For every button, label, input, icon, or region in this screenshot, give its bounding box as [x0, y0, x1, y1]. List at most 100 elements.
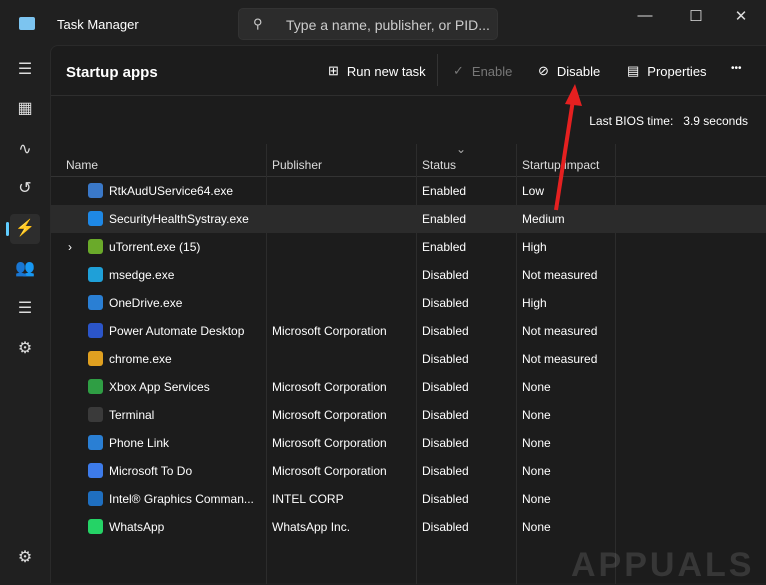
- app-startup-impact: Low: [522, 184, 545, 198]
- app-icon: [88, 519, 103, 534]
- app-publisher: Microsoft Corporation: [272, 464, 387, 478]
- column-name[interactable]: Name: [66, 158, 98, 172]
- disable-button[interactable]: ⊘ Disable: [538, 63, 600, 79]
- properties-button[interactable]: ▤ Properties: [627, 63, 707, 79]
- app-icon: [88, 267, 103, 282]
- bios-label: Last BIOS time:: [589, 114, 674, 128]
- enable-label: Enable: [471, 63, 513, 79]
- app-startup-impact: None: [522, 492, 551, 506]
- search-placeholder: Type a name, publisher, or PID...: [286, 17, 490, 33]
- table-row[interactable]: Intel® Graphics Comman... INTEL CORP Disab…: [51, 485, 766, 513]
- sidebar-item-users[interactable]: 👥: [10, 254, 40, 284]
- bios-value: 3.9 seconds: [683, 114, 748, 128]
- check-icon: ✓: [453, 63, 464, 78]
- table-row[interactable]: OneDrive.exe Disabled High: [51, 289, 766, 317]
- sidebar-item-performance[interactable]: ∿: [10, 135, 40, 165]
- disable-icon: ⊘: [538, 63, 549, 78]
- app-status: Disabled: [422, 296, 469, 310]
- app-status: Disabled: [422, 520, 469, 534]
- app-status: Disabled: [422, 436, 469, 450]
- watermark: APPUALS: [571, 546, 755, 584]
- table-row[interactable]: msedge.exe Disabled Not measured: [51, 261, 766, 289]
- more-options-button[interactable]: •••: [731, 63, 742, 74]
- app-name: Microsoft To Do: [109, 464, 193, 478]
- app-status: Disabled: [422, 464, 469, 478]
- column-startup-impact[interactable]: Startup impact: [522, 158, 599, 172]
- app-icon: [88, 463, 103, 478]
- sidebar-item-hamburger[interactable]: ☰: [10, 55, 40, 85]
- app-name: msedge.exe: [109, 268, 175, 282]
- app-publisher: Microsoft Corporation: [272, 380, 387, 394]
- close-button[interactable]: ✕: [726, 7, 756, 27]
- settings-icon[interactable]: ⚙: [10, 543, 40, 573]
- table-row[interactable]: Terminal Microsoft Corporation Disabled Non…: [51, 401, 766, 429]
- sidebar-item-processes[interactable]: ▦: [10, 94, 40, 124]
- app-name: Power Automate Desktop: [109, 324, 245, 338]
- app-icon: [88, 323, 103, 338]
- maximize-button[interactable]: ☐: [681, 7, 711, 27]
- app-publisher: INTEL CORP: [272, 492, 344, 506]
- app-startup-impact: Not measured: [522, 352, 598, 366]
- run-task-icon: ⊞: [328, 63, 339, 78]
- app-status: Disabled: [422, 408, 469, 422]
- table-row[interactable]: Xbox App Services Microsoft Corporation Di…: [51, 373, 766, 401]
- app-name: Xbox App Services: [109, 380, 210, 394]
- app-startup-impact: Medium: [522, 212, 565, 226]
- sidebar-item-services[interactable]: ⚙: [10, 334, 40, 364]
- app-name: SecurityHealthSystray.exe: [109, 212, 249, 226]
- app-startup-impact: None: [522, 436, 551, 450]
- column-headers: Name Publisher Status ⌄ Startup impact: [51, 142, 766, 177]
- app-publisher: Microsoft Corporation: [272, 408, 387, 422]
- app-startup-impact: Not measured: [522, 268, 598, 282]
- task-manager-icon: [19, 17, 35, 30]
- table-row[interactable]: Microsoft To Do Microsoft Corporation Disa…: [51, 457, 766, 485]
- table-row[interactable]: › uTorrent.exe (15) Enabled High: [51, 233, 766, 261]
- app-name: Phone Link: [109, 436, 170, 450]
- app-icon: [88, 211, 103, 226]
- search-input[interactable]: ⚲ Type a name, publisher, or PID...: [238, 8, 498, 40]
- app-publisher: WhatsApp Inc.: [272, 520, 351, 534]
- toolbar: Startup apps ⊞ Run new task ✓ Enable ⊘ Disa…: [51, 46, 766, 96]
- properties-icon: ▤: [627, 63, 640, 78]
- table-row[interactable]: RtkAudUService64.exe Enabled Low: [51, 177, 766, 205]
- expand-chevron-icon[interactable]: ›: [68, 240, 72, 254]
- minimize-button[interactable]: —: [630, 7, 660, 27]
- app-startup-impact: None: [522, 408, 551, 422]
- content-panel: Startup apps ⊞ Run new task ✓ Enable ⊘ Disa…: [50, 45, 766, 584]
- disable-label: Disable: [556, 63, 601, 79]
- app-status: Disabled: [422, 352, 469, 366]
- app-status: Enabled: [422, 184, 467, 198]
- toolbar-divider: [437, 54, 438, 86]
- app-status: Disabled: [422, 268, 469, 282]
- table-row[interactable]: Phone Link Microsoft Corporation Disabled N…: [51, 429, 766, 457]
- table-row[interactable]: WhatsApp WhatsApp Inc. Disabled None: [51, 513, 766, 541]
- window-title: Task Manager: [57, 17, 139, 32]
- app-name: OneDrive.exe: [109, 296, 183, 310]
- search-icon: ⚲: [253, 16, 263, 31]
- table-row[interactable]: Power Automate Desktop Microsoft Corporat…: [51, 317, 766, 345]
- app-status: Disabled: [422, 324, 469, 338]
- sidebar-item-startup-apps[interactable]: ⚡: [6, 214, 40, 244]
- sort-chevron-icon: ⌄: [456, 142, 467, 156]
- app-startup-impact: Not measured: [522, 324, 598, 338]
- table-row[interactable]: SecurityHealthSystray.exe Enabled Medium: [51, 205, 766, 233]
- app-status: Disabled: [422, 492, 469, 506]
- app-icon: [88, 183, 103, 198]
- enable-button[interactable]: ✓ Enable: [453, 63, 512, 79]
- app-startup-impact: High: [522, 296, 547, 310]
- run-new-task-button[interactable]: ⊞ Run new task: [328, 63, 426, 79]
- sidebar-item-details[interactable]: ☰: [10, 294, 40, 324]
- app-name: Intel® Graphics Comman...: [109, 492, 254, 506]
- app-startup-impact: High: [522, 240, 547, 254]
- app-icon: [88, 491, 103, 506]
- table-row[interactable]: chrome.exe Disabled Not measured: [51, 345, 766, 373]
- app-status: Enabled: [422, 212, 467, 226]
- column-publisher[interactable]: Publisher: [272, 158, 322, 172]
- app-icon: [88, 379, 103, 394]
- app-icon: [88, 295, 103, 310]
- app-publisher: Microsoft Corporation: [272, 324, 387, 338]
- sidebar-item-app-history[interactable]: ↺: [10, 174, 40, 204]
- app-icon: [88, 407, 103, 422]
- app-name: uTorrent.exe (15): [109, 240, 201, 254]
- column-status[interactable]: Status: [422, 158, 456, 172]
